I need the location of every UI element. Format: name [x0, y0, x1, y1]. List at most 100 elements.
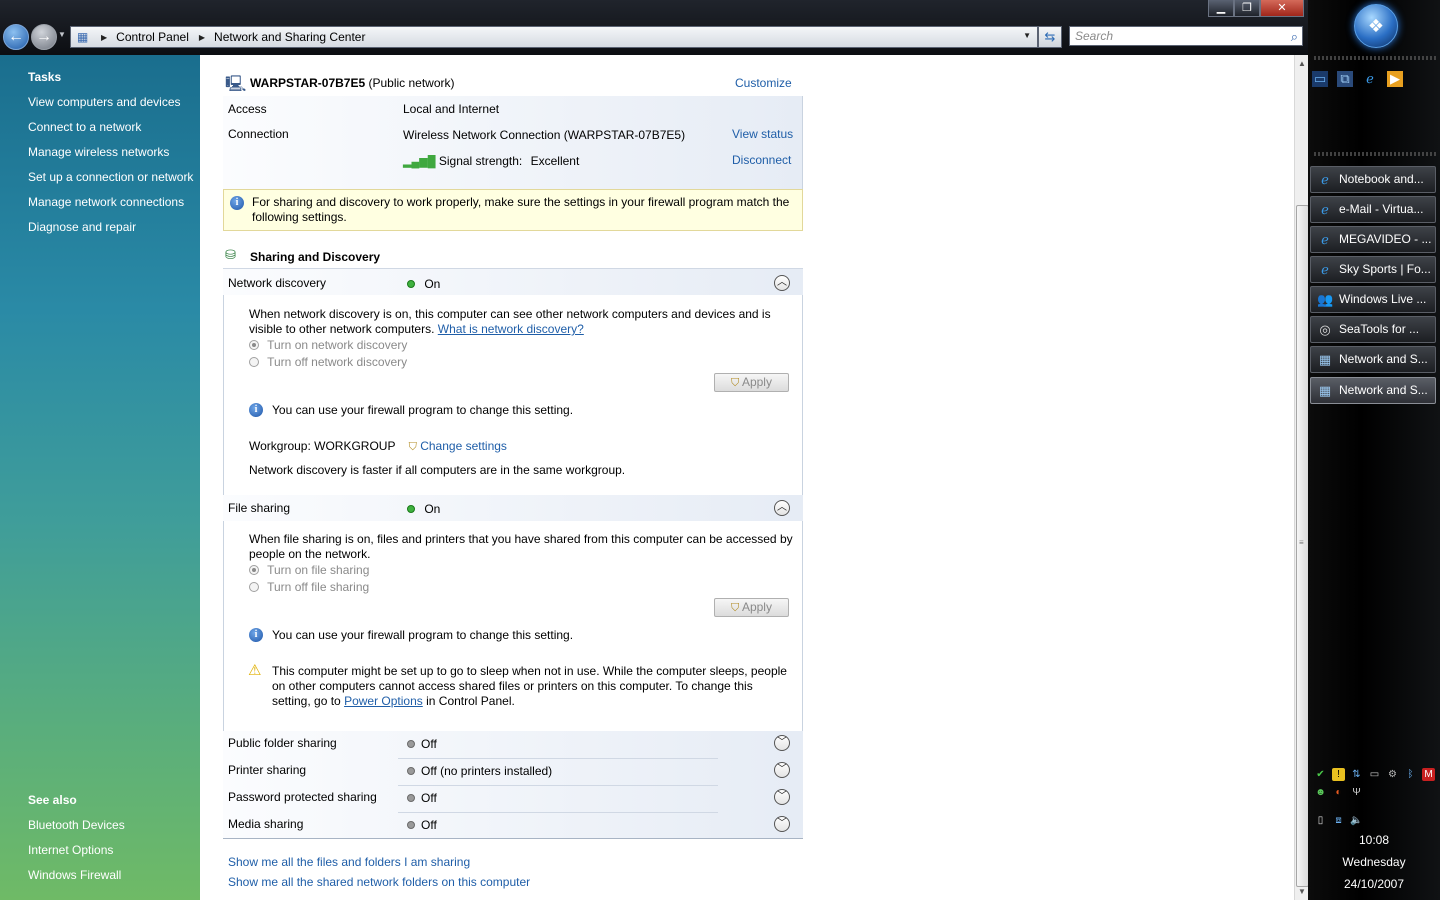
collapse-network-discovery-icon[interactable]: ︿ — [774, 275, 790, 291]
address-dropdown-icon[interactable]: ▼ — [1023, 31, 1031, 40]
warning-icon: ⚠ — [248, 662, 262, 679]
switch-windows-icon[interactable]: ⧉ — [1337, 71, 1353, 87]
task-setup-connection[interactable]: Set up a connection or network — [28, 170, 193, 184]
turn-on-file-sharing-radio[interactable] — [249, 565, 259, 575]
show-shared-folders-link[interactable]: Show me all the shared network folders o… — [228, 875, 530, 889]
network-discovery-desc2: visible to other network computers. — [249, 322, 435, 336]
change-settings-link[interactable]: Change settings — [420, 439, 507, 453]
search-icon[interactable]: ⌕ — [1291, 28, 1298, 46]
breadcrumb-separator-icon[interactable]: ▶ — [101, 33, 107, 42]
see-also-bluetooth[interactable]: Bluetooth Devices — [28, 818, 125, 832]
expand-printer-sharing-icon[interactable]: ﹀ — [774, 762, 790, 778]
media-player-icon[interactable]: ▶ — [1387, 71, 1403, 87]
taskbar-grip[interactable] — [1314, 152, 1436, 156]
control-panel-icon: ▦ — [77, 30, 89, 44]
task-view-computers[interactable]: View computers and devices — [28, 95, 181, 109]
taskbar-button[interactable]: ℯ Notebook and... — [1310, 166, 1436, 193]
address-bar[interactable]: ▦ ▶ Control Panel ▶ Network and Sharing … — [70, 26, 1038, 48]
taskbar-button[interactable]: ℯ e-Mail - Virtua... — [1310, 196, 1436, 223]
refresh-button[interactable]: ⇆ — [1038, 26, 1062, 48]
internet-explorer-icon[interactable]: ℯ — [1362, 71, 1378, 87]
vertical-scrollbar[interactable]: ▲ ≡ ▼ — [1294, 55, 1309, 900]
signal-label: Signal strength: — [438, 154, 523, 168]
disconnect-link[interactable]: Disconnect — [732, 153, 791, 167]
forward-button[interactable]: → — [31, 24, 57, 50]
show-shared-files-link[interactable]: Show me all the files and folders I am s… — [228, 855, 470, 869]
network-computer-icon: 🖳 — [225, 76, 247, 93]
signal-bars-icon: ▂▄▆█ — [403, 156, 436, 168]
taskbar-button[interactable]: ℯ MEGAVIDEO - ... — [1310, 226, 1436, 253]
firewall-note-text: For sharing and discovery to work proper… — [252, 195, 790, 224]
scroll-down-icon[interactable]: ▼ — [1298, 887, 1306, 896]
sync-tray-icon[interactable]: ⇅ — [1350, 768, 1363, 781]
clock-day: Wednesday — [1342, 855, 1406, 869]
ie-icon: ℯ — [1321, 202, 1329, 217]
task-manage-wireless[interactable]: Manage wireless networks — [28, 145, 169, 159]
password-sharing-label: Password protected sharing — [228, 790, 377, 804]
customize-link[interactable]: Customize — [735, 76, 792, 90]
turn-off-discovery-label: Turn off network discovery — [267, 355, 408, 369]
taskbar-button[interactable]: ℯ Sky Sports | Fo... — [1310, 256, 1436, 283]
taskbar-grip[interactable] — [1314, 56, 1436, 60]
show-desktop-icon[interactable]: ▭ — [1312, 71, 1328, 87]
maximize-button[interactable]: ❐ — [1234, 0, 1260, 17]
turn-off-discovery-radio[interactable] — [249, 357, 259, 367]
search-input[interactable]: Search ⌕ — [1069, 26, 1303, 46]
turn-on-discovery-radio[interactable] — [249, 340, 259, 350]
device-tray-icon[interactable]: ▯ — [1314, 814, 1327, 827]
network-tray-icon[interactable]: ✔ — [1314, 768, 1327, 781]
alert-tray-icon[interactable]: ! — [1332, 768, 1345, 781]
file-sharing-label: File sharing — [228, 501, 291, 515]
see-also-firewall[interactable]: Windows Firewall — [28, 868, 121, 882]
sharing-discovery-icon: ⛁ — [225, 247, 236, 262]
taskbar-button-active[interactable]: ▦ Network and S... — [1310, 377, 1436, 404]
sharing-discovery-title: Sharing and Discovery — [250, 250, 381, 264]
clock-time[interactable]: 10:08 — [1308, 833, 1440, 847]
volume-icon[interactable]: 🔈 — [1350, 814, 1363, 827]
apply-discovery-button[interactable]: ⛉ Apply — [714, 373, 789, 392]
turn-off-file-sharing-radio[interactable] — [249, 582, 259, 592]
app-tray-icon[interactable]: ◐ — [1332, 786, 1345, 799]
see-also-internet-options[interactable]: Internet Options — [28, 843, 113, 857]
display-tray-icon[interactable]: ▭ — [1368, 768, 1381, 781]
expand-media-sharing-icon[interactable]: ﹀ — [774, 816, 790, 832]
connection-value: Wireless Network Connection (WARPSTAR-07… — [403, 128, 686, 142]
minimize-button[interactable]: ▁ — [1208, 0, 1234, 17]
view-status-link[interactable]: View status — [732, 127, 793, 141]
expand-password-sharing-icon[interactable]: ﹀ — [774, 789, 790, 805]
antivirus-tray-icon[interactable]: M — [1422, 768, 1435, 781]
taskbar — [1308, 0, 1440, 900]
info-icon: i — [249, 628, 263, 642]
status-off-indicator — [407, 767, 415, 775]
wireless-tray-icon[interactable]: Ψ — [1350, 786, 1363, 799]
file-sharing-firewall-info: You can use your firewall program to cha… — [272, 628, 574, 642]
taskbar-button[interactable]: ◎ SeaTools for ... — [1310, 316, 1436, 343]
expand-public-folder-icon[interactable]: ﹀ — [774, 735, 790, 751]
task-manage-connections[interactable]: Manage network connections — [28, 195, 184, 209]
taskbar-button[interactable]: 👥 Windows Live ... — [1310, 286, 1436, 313]
recent-pages-dropdown-icon[interactable]: ▼ — [58, 30, 66, 39]
network-connection-tray-icon[interactable]: ⧈ — [1332, 814, 1345, 827]
start-button[interactable]: ❖ — [1354, 4, 1398, 48]
taskbar-button[interactable]: ▦ Network and S... — [1310, 346, 1436, 373]
status-on-indicator — [407, 280, 415, 288]
network-discovery-help-link[interactable]: What is network discovery? — [438, 322, 584, 336]
breadcrumb-control-panel[interactable]: Control Panel — [116, 30, 189, 44]
breadcrumb-network-center[interactable]: Network and Sharing Center — [214, 30, 365, 44]
apply-file-sharing-button[interactable]: ⛉ Apply — [714, 598, 789, 617]
network-panel — [223, 96, 803, 189]
clock-date: 24/10/2007 — [1343, 877, 1405, 891]
messenger-tray-icon[interactable]: ☻ — [1314, 786, 1327, 799]
network-center-icon: ▦ — [1318, 352, 1332, 367]
collapse-file-sharing-icon[interactable]: ︿ — [774, 500, 790, 516]
back-button[interactable]: ← — [3, 24, 29, 50]
power-options-link[interactable]: Power Options — [344, 694, 423, 708]
breadcrumb-separator-icon[interactable]: ▶ — [199, 33, 205, 42]
bluetooth-tray-icon[interactable]: ᛒ — [1404, 768, 1417, 781]
task-connect-network[interactable]: Connect to a network — [28, 120, 141, 134]
scroll-up-icon[interactable]: ▲ — [1298, 59, 1306, 68]
settings-tray-icon[interactable]: ⚙ — [1386, 768, 1399, 781]
file-sharing-row[interactable] — [223, 495, 803, 521]
close-button[interactable]: ✕ — [1260, 0, 1304, 17]
task-diagnose-repair[interactable]: Diagnose and repair — [28, 220, 136, 234]
